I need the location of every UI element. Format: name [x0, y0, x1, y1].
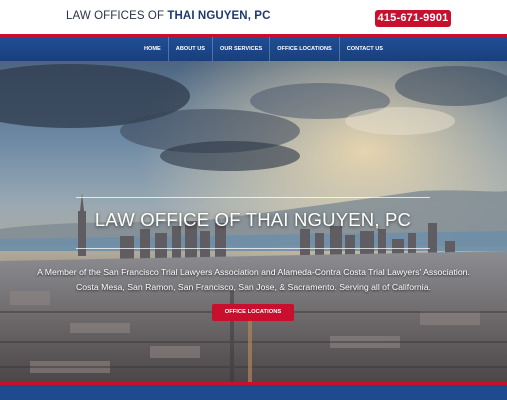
nav-item-about-us[interactable]: ABOUT US	[167, 37, 212, 61]
hero-title-block: LAW OFFICE OF THAI NGUYEN, PC	[76, 197, 430, 249]
nav-item-office-locations[interactable]: OFFICE LOCATIONS	[269, 37, 339, 61]
logo-prefix: LAW OFFICES OF	[66, 10, 168, 22]
hero-description-line2: Costa Mesa, San Ramon, San Francisco, Sa…	[76, 282, 431, 292]
nav-item-our-services[interactable]: OUR SERVICES	[212, 37, 269, 61]
hero-description: A Member of the San Francisco Trial Lawy…	[20, 265, 487, 295]
title-bottom-rule	[76, 248, 430, 249]
title-top-rule	[76, 197, 430, 198]
main-nav: HOME ABOUT US OUR SERVICES OFFICE LOCATI…	[0, 37, 507, 61]
office-locations-button[interactable]: OFFICE LOCATIONS	[212, 304, 294, 321]
footer-band	[0, 385, 507, 400]
site-logo[interactable]: LAW OFFICES OF THAI NGUYEN, PC	[66, 10, 270, 22]
hero-description-line1: A Member of the San Francisco Trial Lawy…	[37, 267, 470, 277]
nav-item-home[interactable]: HOME	[137, 37, 168, 61]
nav-item-contact-us[interactable]: CONTACT US	[338, 37, 390, 61]
hero-title: LAW OFFICE OF THAI NGUYEN, PC	[94, 209, 412, 230]
logo-name: THAI NGUYEN, PC	[167, 10, 271, 22]
hero-banner: LAW OFFICE OF THAI NGUYEN, PC A Member o…	[0, 61, 507, 382]
site-header: LAW OFFICES OF THAI NGUYEN, PC 415-671-9…	[0, 0, 507, 34]
phone-button[interactable]: 415-671-9901	[375, 10, 451, 27]
